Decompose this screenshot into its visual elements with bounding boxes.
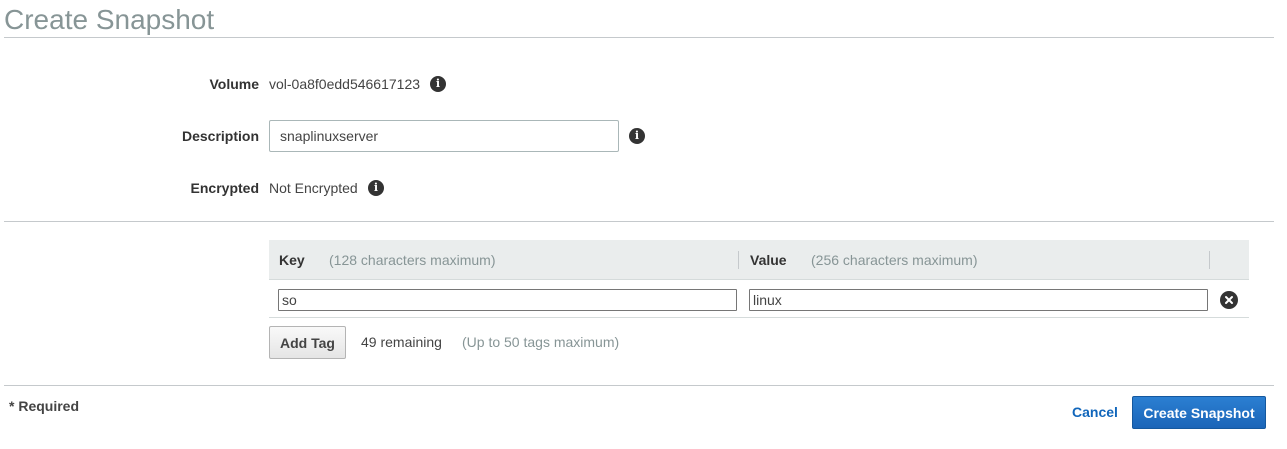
section-divider (4, 221, 1274, 222)
remove-tag-glyph (1225, 296, 1233, 304)
encrypted-label: Encrypted (190, 180, 259, 196)
required-note: * Required (9, 398, 80, 414)
encrypted-info-icon[interactable]: i (368, 180, 384, 196)
encrypted-value: Not Encrypted (269, 180, 358, 196)
tags-remaining-count: 49 remaining (361, 334, 442, 350)
title-divider (4, 37, 1274, 38)
key-column-header: Key (279, 252, 305, 268)
value-column-hint: (256 characters maximum) (811, 252, 978, 268)
description-info-icon[interactable]: i (629, 128, 645, 144)
key-column-hint: (128 characters maximum) (329, 252, 496, 268)
footer-divider (4, 385, 1274, 386)
description-input[interactable] (269, 120, 619, 152)
tag-key-input[interactable] (278, 289, 737, 311)
add-tag-button[interactable]: Add Tag (269, 326, 346, 359)
volume-label: Volume (209, 76, 259, 92)
create-snapshot-button[interactable]: Create Snapshot (1132, 396, 1266, 429)
cancel-button[interactable]: Cancel (1072, 404, 1118, 420)
tags-table-header: Key (128 characters maximum) Value (256 … (269, 240, 1249, 280)
tag-value-input[interactable] (749, 289, 1208, 311)
tag-row (269, 281, 1249, 318)
remove-tag-icon[interactable] (1220, 291, 1238, 309)
page-title: Create Snapshot (4, 4, 215, 35)
column-divider (1209, 251, 1210, 269)
volume-info-icon[interactable]: i (430, 76, 446, 92)
value-column-header: Value (750, 252, 787, 268)
tags-max-note: (Up to 50 tags maximum) (462, 334, 620, 350)
description-label: Description (181, 128, 259, 144)
column-divider (738, 251, 739, 269)
volume-value: vol-0a8f0edd546617123 (269, 76, 421, 92)
